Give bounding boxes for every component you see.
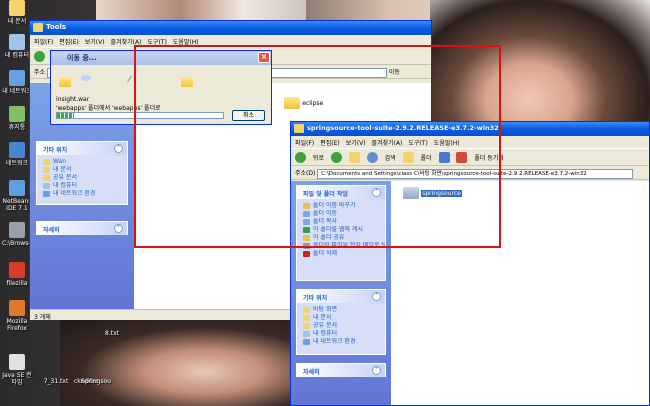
desktop-file-icon[interactable]: Springsou	[80, 378, 112, 385]
sts-other-places-panel: 기타 위치 ˄ 바탕 화면 내 문서 공유 문서 내 컴퓨터 내 네트워크 환경	[296, 289, 386, 355]
other-place-item[interactable]: Wan	[37, 158, 127, 166]
desktop-item-icon	[9, 70, 25, 86]
desktop-icon-label: Mozilla Firefox	[6, 318, 28, 332]
desktop-item-icon	[9, 222, 25, 238]
other-place-item-label: 내 문서	[313, 314, 332, 321]
tools-details-panel: 자세히 ˅	[36, 221, 128, 235]
other-place-item[interactable]: 내 문서	[297, 314, 385, 322]
other-place-item-label: 내 네트워크 환경	[313, 338, 356, 345]
other-place-item-icon	[43, 174, 50, 181]
desktop-file-label: 8.txt	[105, 330, 119, 337]
other-place-item-icon	[303, 314, 310, 321]
desktop-item-icon	[9, 34, 25, 50]
desktop-item-icon	[9, 142, 25, 158]
other-place-item[interactable]: 내 컴퓨터	[37, 182, 127, 190]
move-file-name: insight.war	[56, 96, 90, 103]
back-arrow-icon[interactable]	[34, 51, 45, 62]
other-place-item-icon	[303, 330, 310, 337]
other-place-item-label: 내 컴퓨터	[53, 182, 77, 189]
tools-titlebar[interactable]: Tools	[30, 21, 431, 35]
other-place-item-label: Wan	[53, 158, 67, 165]
other-place-item-icon	[303, 306, 310, 313]
folder-icon	[33, 23, 43, 32]
desktop-item-icon	[9, 262, 25, 278]
other-place-item[interactable]: 내 문서	[37, 166, 127, 174]
annotation-red-rectangle	[134, 45, 501, 248]
other-place-item-icon	[43, 182, 50, 189]
desktop-file-label: 7_31.txt	[43, 378, 69, 385]
folder-icon	[59, 77, 71, 87]
sts-details-panel: 자세히 ˅	[296, 363, 386, 377]
desktop-icon[interactable]: Java SE 런타임	[1, 354, 33, 386]
chevron-down-icon[interactable]: ˅	[372, 366, 381, 375]
task-item-icon	[303, 250, 310, 257]
menu-item[interactable]: 파일(F)	[34, 39, 53, 46]
other-place-item-icon	[303, 338, 310, 345]
tools-details-header[interactable]: 자세히 ˅	[37, 222, 127, 235]
desktop-file-label: Springsou	[81, 378, 111, 385]
flying-paper-icon	[81, 75, 91, 81]
desktop-item-icon	[9, 180, 25, 196]
sts-other-places-header[interactable]: 기타 위치 ˄	[297, 290, 385, 303]
other-place-item-icon	[303, 322, 310, 329]
other-place-item[interactable]: 공유 문서	[297, 322, 385, 330]
tools-title: Tools	[46, 23, 67, 31]
flying-paper-icon	[127, 75, 132, 83]
desktop-item-icon	[9, 354, 25, 370]
desktop-file-icon[interactable]: 8.txt	[96, 330, 128, 337]
other-place-item-icon	[43, 166, 50, 173]
tools-other-places-panel: 기타 위치 ˄ Wan 내 문서 공유 문서 내 컴퓨터 내 네트워크 환경	[36, 141, 128, 205]
other-place-item[interactable]: 바탕 화면	[297, 306, 385, 314]
other-place-item[interactable]: 내 컴퓨터	[297, 330, 385, 338]
other-place-item-label: 공유 문서	[53, 174, 77, 181]
desktop-file-icon[interactable]: 7_31.txt	[40, 378, 72, 385]
sts-details-header[interactable]: 자세히 ˅	[297, 364, 385, 377]
desktop-icon-label: Java SE 런타임	[2, 372, 32, 386]
chevron-down-icon[interactable]: ˅	[114, 224, 123, 233]
other-place-item-icon	[43, 158, 50, 165]
tools-other-places-header[interactable]: 기타 위치 ˄	[37, 142, 127, 155]
chevron-up-icon[interactable]: ˄	[114, 144, 123, 153]
desktop-item-icon	[9, 0, 25, 16]
menu-item[interactable]: 보기(V)	[85, 39, 105, 46]
other-place-item[interactable]: 내 네트워크 환경	[37, 190, 127, 198]
other-place-item-label: 공유 문서	[313, 322, 337, 329]
other-place-item-label: 바탕 화면	[313, 306, 337, 313]
other-place-item-label: 내 문서	[53, 166, 72, 173]
task-item[interactable]: 폴더 삭제	[297, 250, 385, 258]
task-item-label: 폴더 삭제	[313, 250, 337, 257]
move-progress-fill	[57, 113, 74, 118]
desktop-item-icon	[9, 106, 25, 122]
other-place-item-label: 내 컴퓨터	[313, 330, 337, 337]
desktop-item-icon	[9, 300, 25, 316]
other-place-item-label: 내 네트워크 환경	[53, 190, 96, 197]
other-place-item[interactable]: 내 네트워크 환경	[297, 338, 385, 346]
other-place-item[interactable]: 공유 문서	[37, 174, 127, 182]
chevron-up-icon[interactable]: ˄	[372, 292, 381, 301]
menu-item[interactable]: 편집(E)	[59, 39, 79, 46]
other-place-item-icon	[43, 190, 50, 197]
tools-address-label: 주소	[34, 69, 46, 76]
